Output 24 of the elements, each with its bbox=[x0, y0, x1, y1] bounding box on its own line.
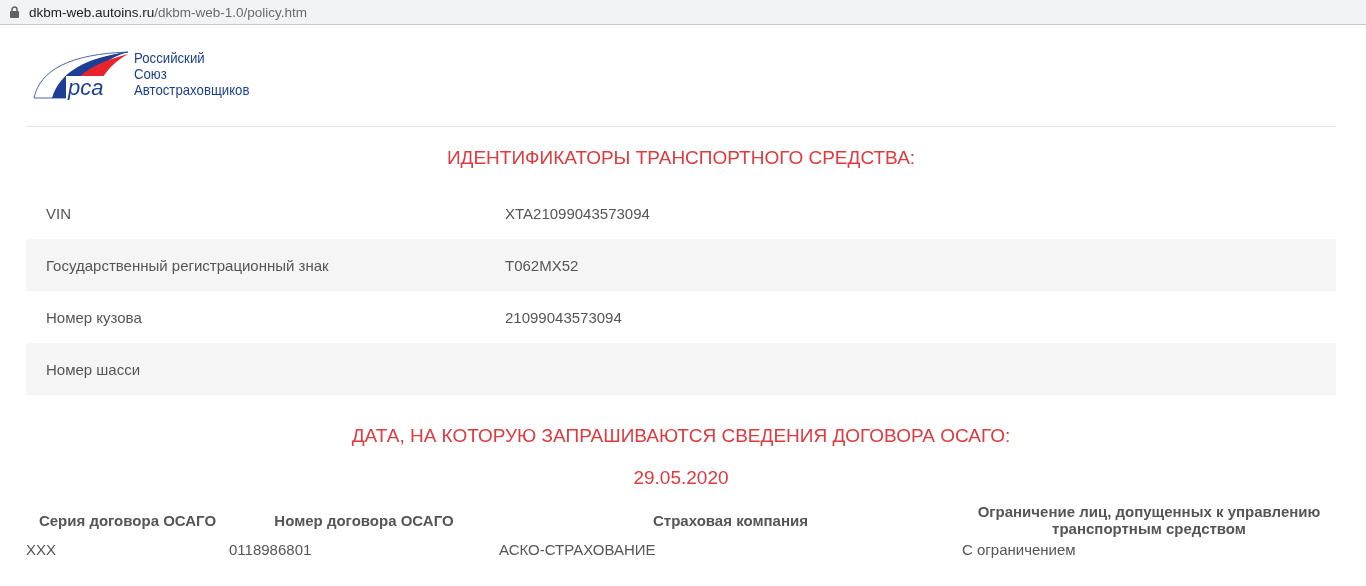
date-text: 29.05.2020 bbox=[632, 467, 730, 489]
table-cell: С ограничением bbox=[962, 541, 1076, 558]
field-value: 21099043573094 bbox=[505, 308, 622, 326]
column-header: Ограничение лиц, допущенных к управлению транспортным средством bbox=[977, 503, 1321, 537]
table-cell: 0118986801 bbox=[229, 541, 312, 558]
field-value: Т062МХ52 bbox=[505, 256, 579, 274]
table-cell: XXX bbox=[26, 541, 56, 558]
section-title: ИДЕНТИФИКАТОРЫ ТРАНСПОРТНОГО СРЕДСТВА: bbox=[445, 147, 917, 169]
field-value: XTA21099043573094 bbox=[505, 204, 650, 222]
field-label: Номер шасси bbox=[45, 360, 142, 378]
column-header: Страховая компания bbox=[653, 511, 808, 529]
logo-text: Автостраховщиков bbox=[134, 82, 250, 98]
url-text[interactable]: dkbm-web.autoins.ru/dkbm-web-1.0/policy.htm bbox=[29, 4, 308, 20]
field-label: Номер кузова bbox=[45, 308, 143, 326]
field-label: VIN bbox=[45, 204, 72, 222]
field-label: Государственный регистрационный знак bbox=[45, 256, 330, 274]
section-title: ДАТА, НА КОТОРУЮ ЗАПРАШИВАЮТСЯ СВЕДЕНИЯ ДОГОВОРА ОСАГО: bbox=[350, 425, 1012, 447]
column-header: Номер договора ОСАГО bbox=[274, 511, 454, 529]
logo-text: Российский bbox=[134, 50, 205, 66]
logo-text: Союз bbox=[134, 66, 167, 82]
logo-mark-text: рса bbox=[66, 76, 106, 100]
column-header: Серия договора ОСАГО bbox=[38, 511, 217, 529]
lock-icon bbox=[10, 6, 19, 18]
table-cell: АСКО-СТРАХОВАНИЕ bbox=[499, 541, 656, 558]
